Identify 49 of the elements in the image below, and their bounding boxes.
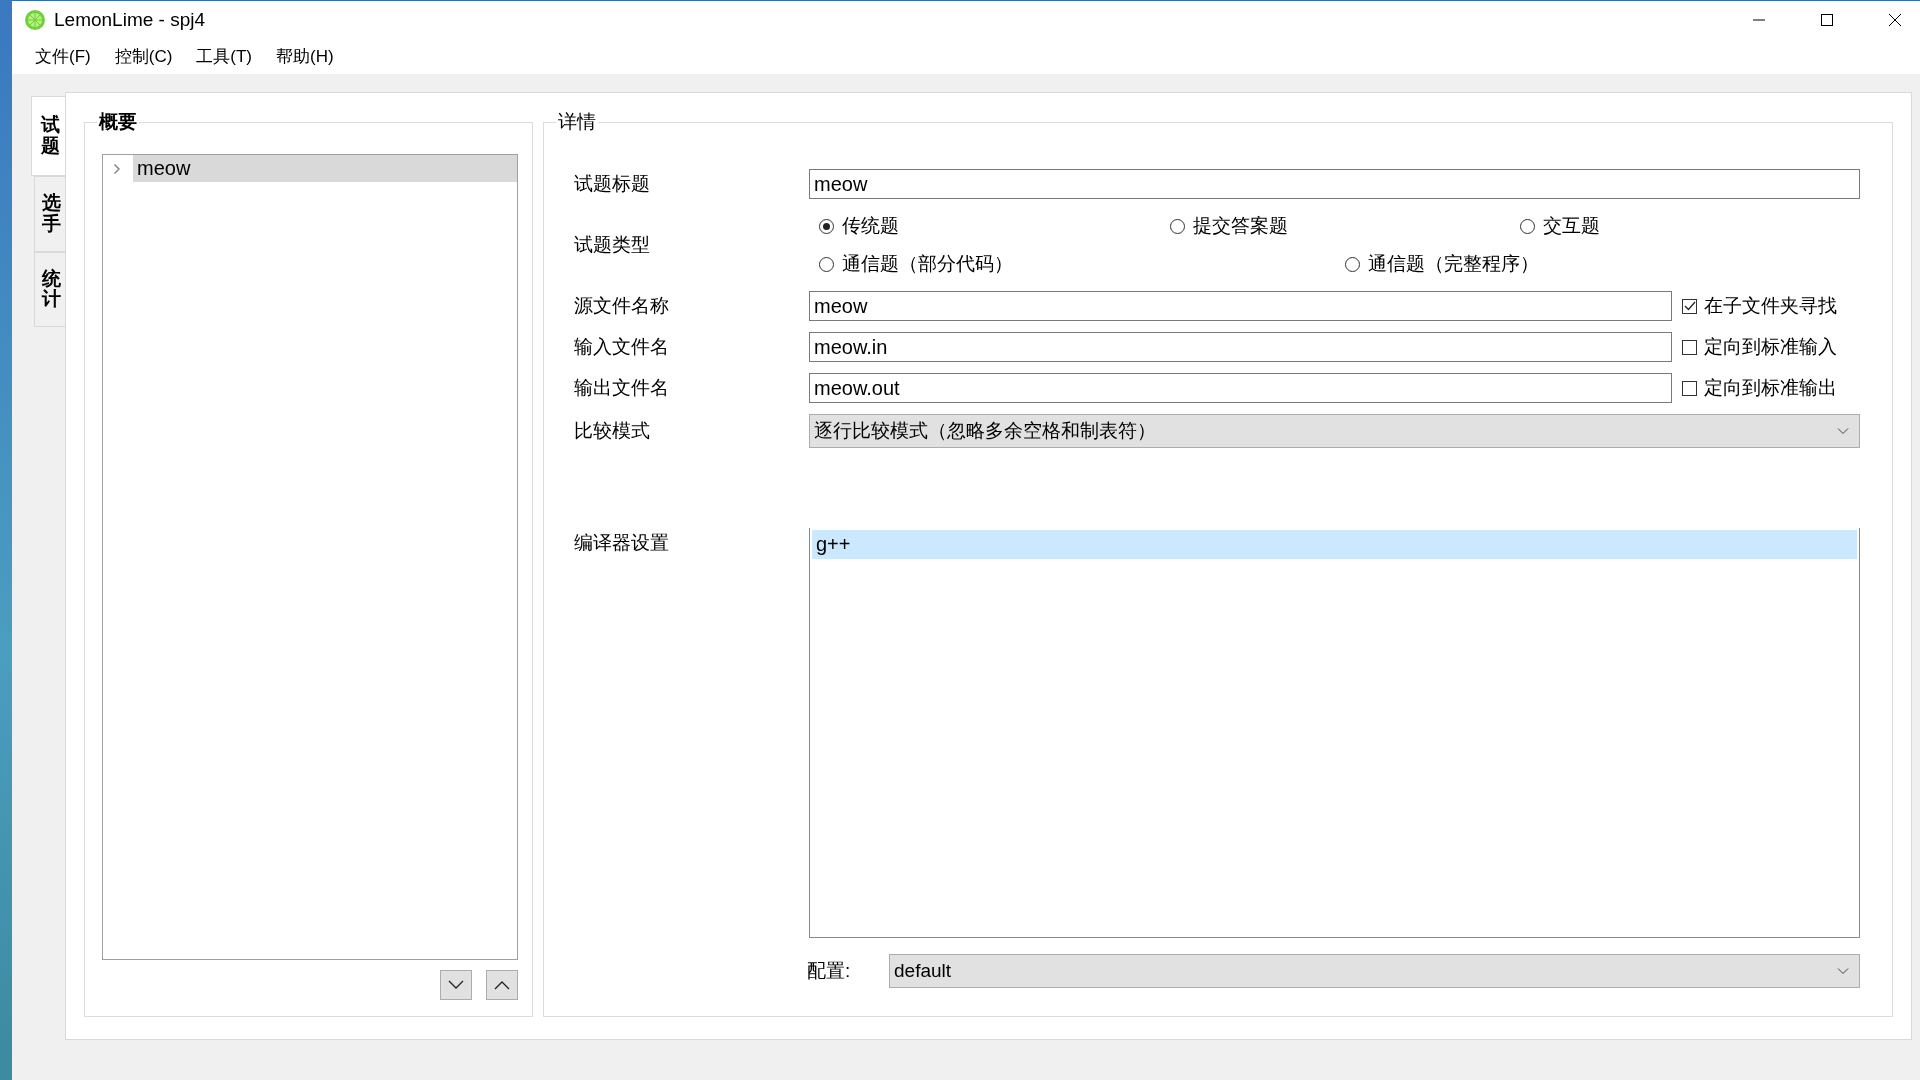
input-field[interactable]: meow [809, 291, 1672, 321]
field-label: 配置: [807, 959, 852, 983]
side-tab[interactable]: 统计 [34, 251, 68, 328]
side-tab[interactable]: 选手 [34, 175, 68, 252]
close-icon[interactable] [1888, 12, 1902, 27]
checkbox-label: 在子文件夹寻找 [1704, 294, 1837, 318]
radio-label: 通信题（部分代码） [842, 252, 1013, 276]
radio-label: 提交答案题 [1193, 214, 1288, 238]
checkbox-label: 定向到标准输出 [1704, 376, 1837, 400]
menu-item[interactable]: 帮助(H) [264, 40, 346, 72]
list-item[interactable]: g++ [812, 530, 1857, 559]
radio-label: 传统题 [842, 214, 899, 238]
radio-option[interactable]: 传统题 [819, 213, 1170, 239]
lime-icon [24, 8, 46, 31]
radio-label: 通信题（完整程序） [1368, 252, 1539, 276]
menu-item[interactable]: 控制(C) [102, 40, 185, 72]
menu-item[interactable]: 文件(F) [23, 40, 103, 72]
field-label: 编译器设置 [574, 531, 670, 555]
chevron-down-icon [448, 980, 464, 990]
maximize-icon[interactable] [1820, 12, 1834, 27]
radio-label: 交互题 [1543, 214, 1600, 238]
chevron-up-icon [494, 980, 510, 990]
caret-icon [1837, 427, 1849, 435]
chevron-icon[interactable] [113, 162, 121, 175]
checkbox[interactable] [1682, 339, 1697, 355]
field-label: 输出文件名 [574, 376, 670, 400]
caret-icon [1837, 967, 1849, 975]
field-label: 试题类型 [574, 233, 651, 257]
checkbox-label: 定向到标准输入 [1704, 335, 1837, 359]
field-label: 试题标题 [574, 172, 651, 196]
move-up-button[interactable] [486, 970, 518, 1000]
radio-option[interactable]: 通信题（完整程序） [1170, 251, 1860, 277]
radio-option[interactable]: 交互题 [1520, 213, 1860, 239]
window-title: LemonLime - spj4 [54, 8, 206, 31]
field-label: 比较模式 [574, 419, 651, 443]
radio-option[interactable]: 提交答案题 [1170, 213, 1520, 239]
input-field[interactable]: meow.out [809, 373, 1672, 403]
menu-item[interactable]: 工具(T) [184, 40, 265, 72]
checkbox[interactable] [1682, 298, 1697, 314]
dropdown[interactable]: default [889, 954, 1860, 988]
move-down-button[interactable] [440, 970, 472, 1000]
radio-option[interactable]: 通信题（部分代码） [819, 251, 1170, 277]
input-field[interactable]: meow.in [809, 332, 1672, 362]
checkbox[interactable] [1682, 380, 1697, 396]
field-label: 输入文件名 [574, 335, 670, 359]
tree-item[interactable]: meow [133, 155, 517, 182]
input-field[interactable]: meow [809, 169, 1860, 199]
field-label: 源文件名称 [574, 294, 670, 318]
dropdown[interactable]: 逐行比较模式（忽略多余空格和制表符） [809, 414, 1860, 448]
